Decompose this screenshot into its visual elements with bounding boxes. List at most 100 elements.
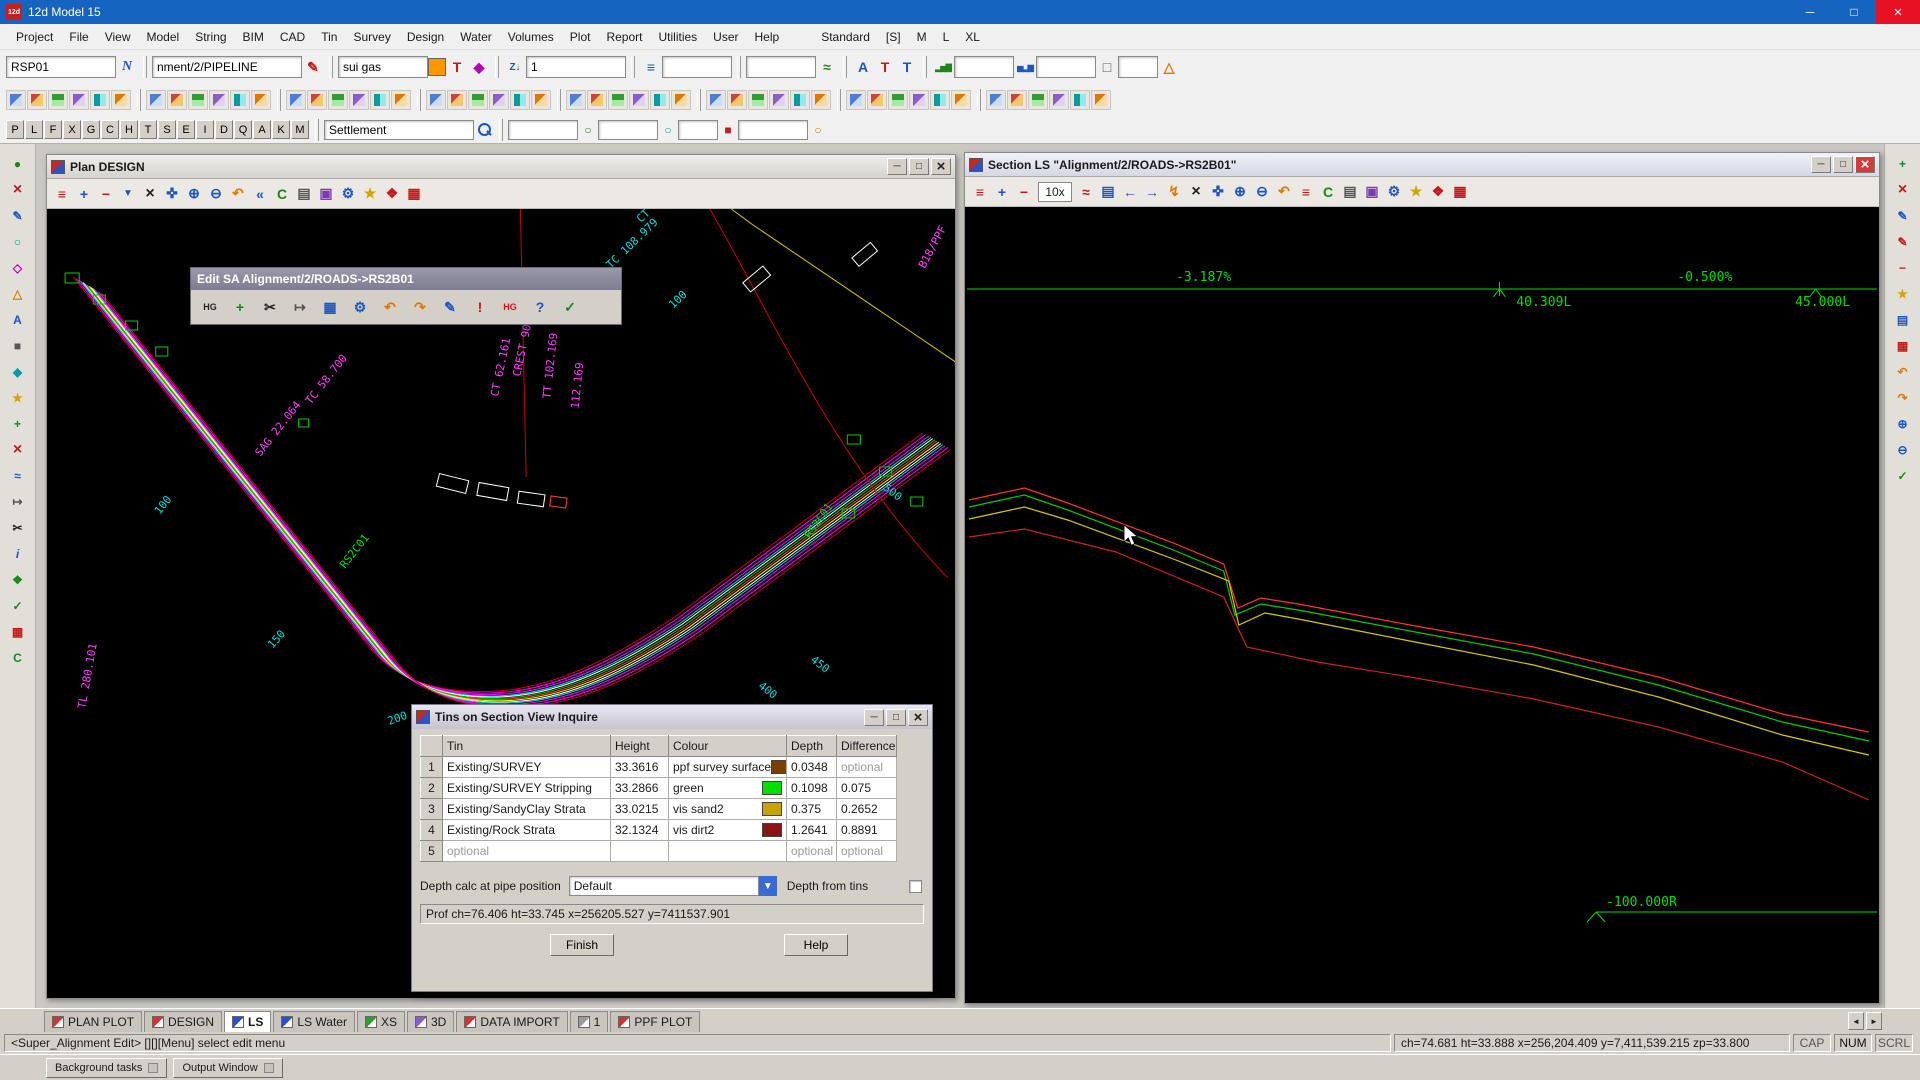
table-row[interactable]: 1 Existing/SURVEY 33.3616 ppf survey sur… [421, 757, 897, 778]
chains-icon[interactable] [1007, 90, 1027, 110]
plan-zoom-out-icon[interactable] [205, 183, 227, 205]
plan-placemark-icon[interactable] [381, 183, 403, 205]
text-tool-icon[interactable] [8, 310, 28, 330]
menu-plot[interactable]: Plot [562, 27, 599, 47]
snap-end-icon[interactable] [510, 90, 530, 110]
section-settings-icon[interactable] [1383, 181, 1405, 203]
finish-button[interactable]: Finish [550, 934, 614, 956]
snap-toggle-f[interactable]: F [44, 120, 62, 139]
plan-pan-icon[interactable] [161, 183, 183, 205]
snap-toggle-i[interactable]: I [196, 120, 214, 139]
section-zoom-out-icon[interactable] [1251, 181, 1273, 203]
minimize-button[interactable] [1788, 0, 1832, 24]
info-icon[interactable] [8, 544, 28, 564]
deselect-icon[interactable] [8, 180, 28, 200]
output-window-panel[interactable]: Output Window [173, 1058, 282, 1078]
rectangle-tool-icon[interactable] [8, 336, 28, 356]
offset-input[interactable] [598, 120, 658, 140]
measure-bearing-icon[interactable] [566, 90, 586, 110]
plan-view-layout-icon[interactable] [403, 183, 425, 205]
angle-icon[interactable] [1158, 56, 1180, 78]
plan-previous-view-icon[interactable] [249, 183, 271, 205]
draw-arc-icon[interactable] [328, 90, 348, 110]
table-row[interactable]: 2 Existing/SURVEY Stripping 33.2866 gree… [421, 778, 897, 799]
plan-regen-icon[interactable] [139, 183, 161, 205]
menu-bim[interactable]: BIM [235, 27, 272, 47]
tab-ls-water[interactable]: LS Water [273, 1011, 355, 1032]
paste-icon[interactable] [230, 90, 250, 110]
edit-grid-icon[interactable] [315, 296, 345, 318]
view-perspective-icon[interactable] [888, 90, 908, 110]
section-exaggeration-icon[interactable] [1295, 181, 1317, 203]
trim-icon[interactable] [8, 518, 28, 538]
tab-ls[interactable]: LS [224, 1011, 271, 1032]
section-delete-icon[interactable] [1013, 181, 1035, 203]
textstyle-input[interactable] [338, 56, 428, 78]
plot-preview-icon[interactable] [930, 90, 950, 110]
tab-plan-plot[interactable]: PLAN PLOT [44, 1011, 142, 1032]
section-zoom-in-icon[interactable] [1229, 181, 1251, 203]
tab-xs[interactable]: XS [357, 1011, 405, 1032]
plan-save-view-icon[interactable] [315, 183, 337, 205]
text-colour-icon[interactable] [852, 56, 874, 78]
polygon-tool-icon[interactable] [8, 258, 28, 278]
tab-1[interactable]: 1 [570, 1011, 609, 1032]
symbol-tool-icon[interactable] [8, 388, 28, 408]
tin-create-icon[interactable] [748, 90, 768, 110]
snap-toggle-a[interactable]: A [253, 120, 271, 139]
search-model-input[interactable] [324, 120, 474, 140]
section-minimize-button[interactable] [1811, 156, 1831, 173]
menu-utilities[interactable]: Utilities [651, 27, 706, 47]
section-close-button[interactable] [1855, 156, 1875, 173]
model-input[interactable] [152, 56, 302, 78]
measure-icon[interactable] [8, 492, 28, 512]
chainage-input[interactable] [508, 120, 578, 140]
panel-expand-icon[interactable] [264, 1063, 274, 1073]
plan-zoom-in-icon[interactable] [183, 183, 205, 205]
validate-icon[interactable] [8, 596, 28, 616]
hg-delete-icon[interactable] [495, 296, 525, 318]
remove-icon[interactable] [1893, 258, 1913, 278]
plan-undo-icon[interactable] [227, 183, 249, 205]
plan-settings-icon[interactable] [337, 183, 359, 205]
menu-project[interactable]: Project [8, 27, 61, 47]
zoom-in-rail-icon[interactable] [1893, 414, 1913, 434]
snap-toggle-s[interactable]: S [158, 120, 176, 139]
menu-report[interactable]: Report [598, 27, 650, 47]
snap-toggle-x[interactable]: X [63, 120, 81, 139]
menu-survey[interactable]: Survey [345, 27, 398, 47]
remove-vertex-icon[interactable] [8, 440, 28, 460]
plan-close-button[interactable] [931, 158, 951, 175]
delete-tool-icon[interactable] [1893, 180, 1913, 200]
section-favourites-icon[interactable] [1405, 181, 1427, 203]
edit-help-icon[interactable] [525, 296, 555, 318]
favourite-icon[interactable] [1893, 284, 1913, 304]
plan-maximize-button[interactable] [909, 158, 929, 175]
copy-icon[interactable] [209, 90, 229, 110]
menu-size-l[interactable]: L [935, 27, 958, 47]
sort-input[interactable] [526, 56, 626, 78]
snap-toggle-k[interactable]: K [272, 120, 290, 139]
table-row[interactable]: 5 optional optional optional [421, 841, 897, 862]
name-picker-icon[interactable] [116, 56, 138, 78]
tins-minimize-button[interactable] [864, 709, 884, 726]
height-input[interactable] [738, 120, 808, 140]
edit-draw-icon[interactable] [435, 296, 465, 318]
undo-rail-icon[interactable] [1893, 362, 1913, 382]
recycle-icon[interactable] [8, 648, 28, 668]
menu-string[interactable]: String [187, 27, 234, 47]
model-edit-icon[interactable] [302, 56, 324, 78]
measure-distance-icon[interactable] [587, 90, 607, 110]
snap-segment-icon[interactable] [468, 90, 488, 110]
plan-add-icon[interactable] [73, 183, 95, 205]
section-undo-icon[interactable] [1273, 181, 1295, 203]
snap-toggle-h[interactable]: H [120, 120, 138, 139]
sheet-input[interactable] [1118, 56, 1158, 78]
menu-standard[interactable]: Standard [813, 27, 878, 47]
edit-string-icon[interactable] [8, 206, 28, 226]
centre-icon[interactable] [658, 120, 678, 140]
save-all-icon[interactable] [69, 90, 89, 110]
section-window-titlebar[interactable]: Section LS "Alignment/2/ROADS->RS2B01" [965, 153, 1879, 177]
search-icon[interactable] [474, 120, 494, 140]
stop-icon[interactable] [718, 120, 738, 140]
